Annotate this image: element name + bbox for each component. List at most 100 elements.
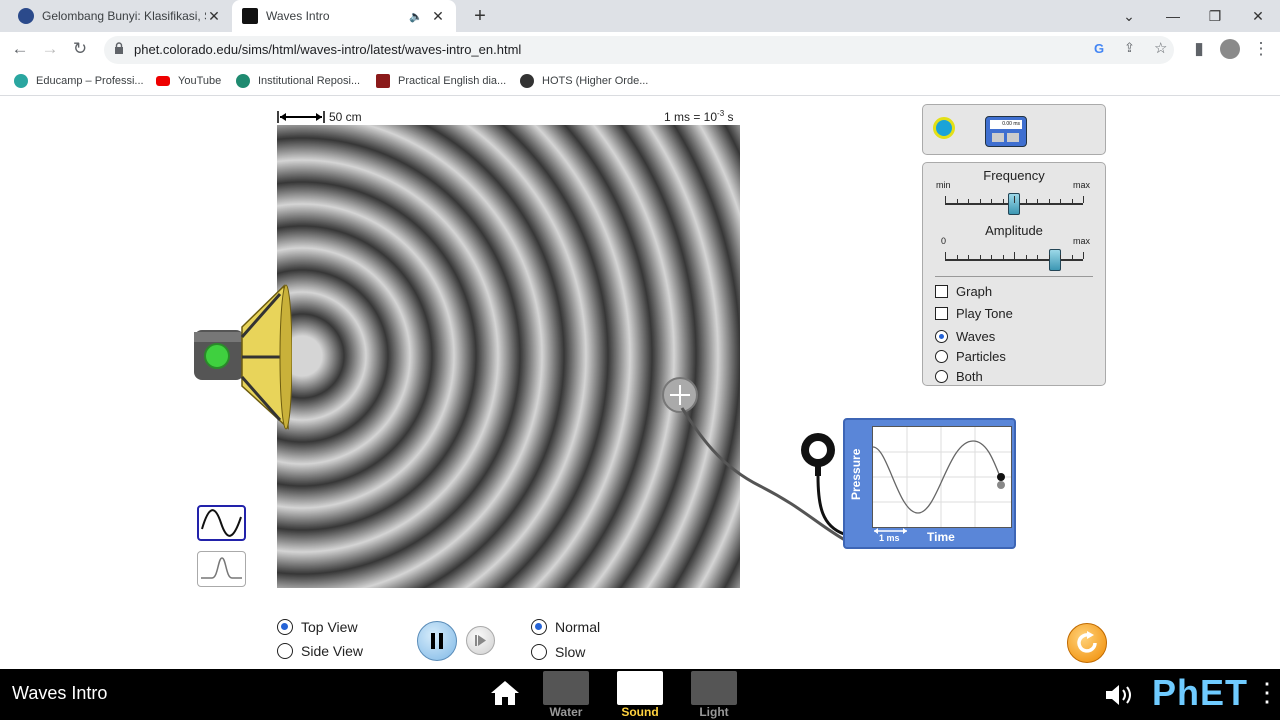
back-button[interactable]: ← (9, 38, 31, 60)
meter-y-label: Pressure (849, 448, 863, 500)
side-view-radio[interactable]: Side View (277, 643, 363, 659)
pause-icon (431, 633, 443, 649)
step-forward-button[interactable] (466, 626, 495, 655)
practical-english-icon (376, 74, 390, 88)
side-panel-icon[interactable]: ▮ (1188, 38, 1210, 60)
pause-button[interactable] (417, 621, 457, 661)
bookmark-institutional[interactable]: Institutional Reposi... (236, 72, 360, 90)
meter-x-label: Time (927, 530, 955, 544)
bookmarks-bar: Educamp – Professi... YouTube Institutio… (0, 66, 1280, 96)
reset-all-button[interactable] (1067, 623, 1107, 663)
tab-search-icon[interactable]: ⌄ (1114, 4, 1144, 28)
sine-wave-icon (201, 509, 242, 537)
sound-toggle-icon[interactable] (1104, 682, 1138, 708)
educamp-icon (14, 74, 28, 88)
home-icon[interactable] (489, 679, 521, 707)
sound-screen-button[interactable]: Sound (617, 671, 663, 719)
slider-tick (1071, 199, 1073, 203)
profile-avatar[interactable] (1220, 39, 1240, 59)
bookmark-label: HOTS (Higher Orde... (542, 75, 649, 87)
pulse-wave-button[interactable] (197, 551, 246, 587)
radio-dot (935, 330, 948, 343)
sound-label: Sound (621, 705, 659, 719)
forward-button[interactable]: → (39, 38, 61, 60)
radio-dot (277, 643, 293, 659)
slider-tick (1083, 252, 1084, 259)
water-label: Water (549, 705, 583, 719)
laser-icon (691, 671, 737, 705)
controls-panel: Frequency min max Amplitude 0 max Graph … (922, 162, 1106, 386)
phet-menu-icon[interactable]: ⋮ (1254, 677, 1280, 708)
hots-icon (520, 74, 534, 88)
slider-tick (968, 199, 969, 203)
close-window-button[interactable]: ✕ (1243, 4, 1273, 28)
slider-tick (1014, 252, 1015, 259)
slow-speed-radio[interactable]: Slow (531, 644, 585, 660)
reload-button[interactable]: ↻ (69, 38, 91, 60)
url-bar[interactable]: phet.colorado.edu/sims/html/waves-intro/… (104, 36, 1174, 64)
google-icon[interactable]: G (1094, 41, 1104, 56)
faucet-icon (543, 671, 589, 705)
bookmark-label: Institutional Reposi... (258, 75, 361, 87)
speaker-pulse-button[interactable] (204, 343, 230, 369)
close-icon[interactable]: ✕ (206, 8, 222, 25)
light-screen-button[interactable]: Light (691, 671, 737, 719)
top-view-radio[interactable]: Top View (277, 619, 358, 635)
menu-icon[interactable]: ⋮ (1250, 38, 1272, 60)
pulse-icon (201, 557, 242, 579)
wave-area (277, 125, 740, 588)
meter-scale-label: 1 ms (879, 533, 900, 543)
radio-dot (277, 619, 293, 635)
bookmark-star-icon[interactable]: ☆ (1154, 39, 1167, 57)
share-icon[interactable]: ⇪ (1124, 40, 1135, 56)
wave-meter[interactable]: Pressure 1 ms Time (843, 418, 1016, 549)
checkbox-box (935, 307, 948, 320)
tab-gelombang[interactable]: Gelombang Bunyi: Klasifikasi, Sifat ✕ (8, 0, 232, 32)
light-label: Light (699, 705, 729, 719)
time-scale-prefix: 1 ms = 10 (664, 110, 718, 124)
amplitude-slider-thumb[interactable] (1049, 249, 1062, 271)
time-scale-label: 1 ms = 10-3 s (664, 109, 734, 124)
stopwatch-display: 0.00 ms (990, 120, 1022, 129)
bookmark-educamp[interactable]: Educamp – Professi... (14, 72, 144, 90)
url-text: phet.colorado.edu/sims/html/waves-intro/… (134, 42, 522, 57)
waves-label: Waves (956, 329, 996, 344)
browser-tab-bar: Gelombang Bunyi: Klasifikasi, Sifat ✕ Wa… (0, 0, 1280, 32)
stopwatch-play-icon (1007, 133, 1019, 142)
speaker-screen-icon (617, 671, 663, 705)
tape-measure-tool-icon[interactable] (933, 117, 955, 139)
waves-radio[interactable]: Waves (935, 329, 995, 344)
graph-label: Graph (956, 284, 993, 299)
slider-tick (945, 196, 946, 203)
site-favicon-icon (18, 8, 34, 24)
restore-button[interactable]: ❐ (1200, 4, 1230, 28)
amplitude-slider-track[interactable] (945, 259, 1083, 261)
particles-radio[interactable]: Particles (935, 349, 1006, 364)
slider-tick (1037, 199, 1038, 203)
minimize-button[interactable]: — (1158, 4, 1188, 28)
continuous-wave-button[interactable] (197, 505, 246, 541)
slider-tick (1083, 196, 1084, 203)
scale-label: 50 cm (329, 110, 362, 124)
graph-checkbox[interactable]: Graph (935, 284, 992, 299)
tab-title: Gelombang Bunyi: Klasifikasi, Sifat (42, 9, 206, 23)
phet-logo[interactable]: PhET (1152, 672, 1248, 714)
slider-tick (991, 199, 992, 203)
bookmark-youtube[interactable]: YouTube (156, 72, 221, 90)
bookmark-practical-english[interactable]: Practical English dia... (376, 72, 506, 90)
phet-favicon-icon (242, 8, 258, 24)
bookmark-hots[interactable]: HOTS (Higher Orde... (520, 72, 648, 90)
slider-tick (1060, 255, 1061, 259)
audio-playing-icon[interactable]: 🔈 (408, 10, 424, 23)
tab-waves-intro[interactable]: Waves Intro 🔈 ✕ (232, 0, 456, 32)
new-tab-button[interactable]: + (468, 4, 492, 28)
close-icon[interactable]: ✕ (430, 8, 446, 25)
normal-speed-radio[interactable]: Normal (531, 619, 600, 635)
stopwatch-tool[interactable]: 0.00 ms (985, 116, 1027, 147)
water-screen-button[interactable]: Water (543, 671, 589, 719)
pressure-graph (872, 427, 1011, 527)
slider-tick (1037, 255, 1038, 259)
play-tone-checkbox[interactable]: Play Tone (935, 306, 1013, 321)
scale-arrow-icon (277, 111, 325, 123)
both-radio[interactable]: Both (935, 369, 983, 384)
